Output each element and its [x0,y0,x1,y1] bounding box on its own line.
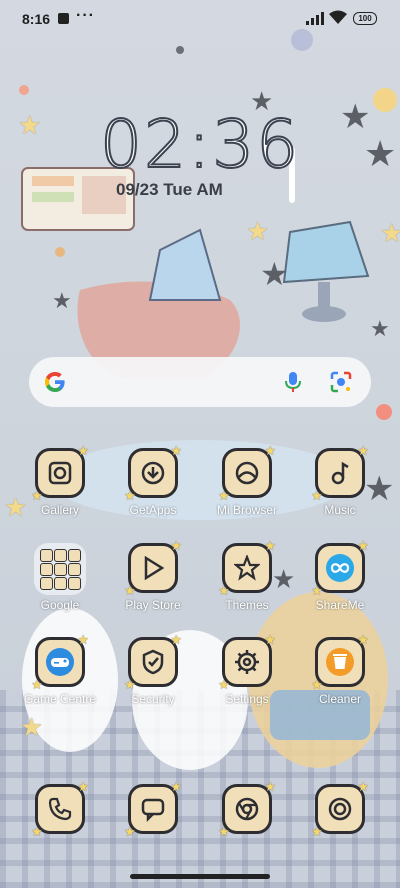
app-shareme[interactable]: ★ ★ ShareMe [300,538,380,612]
star-icon: ★ ★ [218,538,276,598]
gallery-icon: ★ ★ [31,443,89,503]
play-icon: ★ ★ [124,538,182,598]
app-label: Game Centre [23,692,97,706]
app-getapps[interactable]: ★ ★ GetApps [113,443,193,517]
browser-icon: ★ ★ [218,443,276,503]
folder-google[interactable]: Google [20,543,100,612]
dock-chrome[interactable]: ★ ★ [207,779,287,839]
download-icon: ★ ★ [124,443,182,503]
wallpaper-star: ★ [380,218,400,248]
app-settings[interactable]: ★ ★ Settings [207,632,287,706]
app-label: Cleaner [318,692,362,706]
more-notifications: ··· [76,7,95,24]
wallpaper-star: ★ [260,256,289,292]
lens-icon[interactable] [329,370,353,394]
app-music[interactable]: ★ ★ Music [300,443,380,517]
camera-icon: ★ ★ [311,779,369,839]
google-g-icon [45,372,65,392]
trash-icon: ★ ★ [311,632,369,692]
wallpaper-star: ★ [364,133,397,174]
wallpaper-star: ★ [18,110,42,140]
folder-icon [34,543,86,595]
app-game-centre[interactable]: ★ ★ Game Centre [20,632,100,706]
notification-icon [58,13,69,24]
app-label: Settings [225,692,269,706]
clock-widget-date[interactable]: 09/23 Tue AM [116,180,223,200]
wallpaper-star: ★ [246,216,270,246]
gamepad-icon: ★ ★ [31,632,89,692]
gear-icon: ★ ★ [218,632,276,692]
gesture-navigation-bar[interactable] [130,874,270,879]
app-label: Google [40,598,80,612]
app-label: GetApps [129,503,177,517]
dock-phone[interactable]: ★ ★ [20,779,100,839]
phone-icon: ★ ★ [31,779,89,839]
app-label: ShareMe [315,598,365,612]
app-label: Play Store [125,598,181,612]
wallpaper-star: ★ [340,98,371,136]
app-cleaner[interactable]: ★ ★ Cleaner [300,632,380,706]
wifi-icon [329,10,347,24]
status-bar: 8:16 ··· 100 [0,0,400,38]
app-security[interactable]: ★ ★ Security [113,632,193,706]
dock-messages[interactable]: ★ ★ [113,779,193,839]
chat-icon: ★ ★ [124,779,182,839]
app-label: Music [324,503,356,517]
wallpaper-star: ★ [370,316,390,341]
battery-icon: 100 [353,12,377,25]
infinity-icon: ★ ★ [311,538,369,598]
google-search-bar[interactable] [29,357,371,407]
app-play-store[interactable]: ★ ★ Play Store [113,538,193,612]
signal-icon [306,12,324,25]
shield-icon: ★ ★ [124,632,182,692]
app-label: Mi Browser [216,503,277,517]
dock-camera[interactable]: ★ ★ [300,779,380,839]
wallpaper-star: ★ [52,288,72,313]
clock-widget-time[interactable]: 02:36 [99,105,300,184]
wallpaper-star: ★ [20,712,44,742]
app-label: Gallery [40,503,79,517]
app-mi-browser[interactable]: ★ ★ Mi Browser [207,443,287,517]
chrome-icon: ★ ★ [218,779,276,839]
app-gallery[interactable]: ★ ★ Gallery [20,443,100,517]
app-label: Themes [225,598,269,612]
status-time: 8:16 [22,11,51,27]
mic-icon[interactable] [283,370,303,394]
app-themes[interactable]: ★ ★ Themes [207,538,287,612]
app-label: Security [131,692,175,706]
music-note-icon: ★ ★ [311,443,369,503]
